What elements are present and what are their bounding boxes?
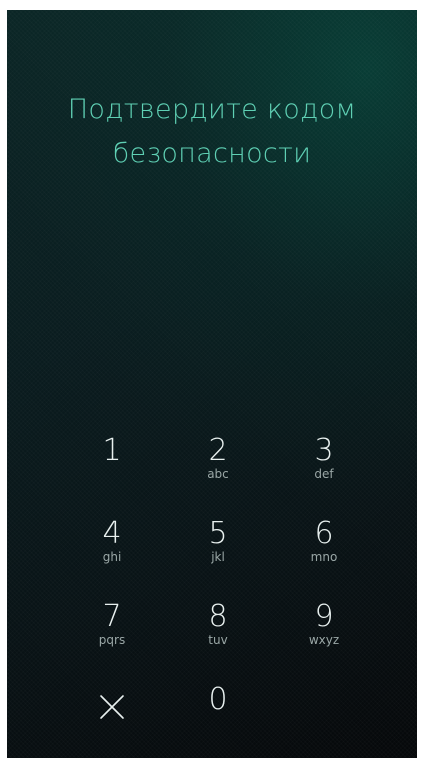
prompt-line-1: Подтвердите кодом xyxy=(67,94,357,125)
key-letters: abc xyxy=(207,467,229,481)
key-digit: 0 xyxy=(208,682,228,717)
security-code-prompt: Подтвердите кодом безопасности xyxy=(7,88,417,176)
key-letters: wxyz xyxy=(308,633,340,647)
close-icon xyxy=(100,695,124,719)
key-9[interactable]: 9 wxyz xyxy=(271,599,377,675)
key-7[interactable]: 7 pqrs xyxy=(59,599,165,675)
key-digit: 6 xyxy=(314,516,334,551)
key-3[interactable]: 3 def xyxy=(271,433,377,509)
lock-screen: Подтвердите кодом безопасности 1 2 abc 3… xyxy=(7,10,417,758)
key-1[interactable]: 1 xyxy=(59,433,165,509)
key-8[interactable]: 8 tuv xyxy=(165,599,271,675)
key-letters: ghi xyxy=(102,550,122,564)
key-letters: tuv xyxy=(208,633,228,647)
key-2[interactable]: 2 abc xyxy=(165,433,271,509)
key-digit: 3 xyxy=(314,433,334,468)
key-digit: 4 xyxy=(102,516,122,551)
key-4[interactable]: 4 ghi xyxy=(59,516,165,592)
key-digit: 9 xyxy=(314,599,334,634)
key-6[interactable]: 6 mno xyxy=(271,516,377,592)
key-letters: mno xyxy=(310,550,338,564)
key-letters: jkl xyxy=(211,550,225,564)
key-5[interactable]: 5 jkl xyxy=(165,516,271,592)
key-digit: 1 xyxy=(102,433,122,468)
key-letters: pqrs xyxy=(98,633,126,647)
key-letters: def xyxy=(314,467,334,481)
key-digit: 7 xyxy=(102,599,122,634)
cancel-button[interactable] xyxy=(59,682,165,758)
key-0[interactable]: 0 xyxy=(165,682,271,758)
key-digit: 8 xyxy=(208,599,228,634)
key-digit: 2 xyxy=(208,433,228,468)
key-digit: 5 xyxy=(208,516,228,551)
prompt-line-2: безопасности xyxy=(112,138,312,169)
